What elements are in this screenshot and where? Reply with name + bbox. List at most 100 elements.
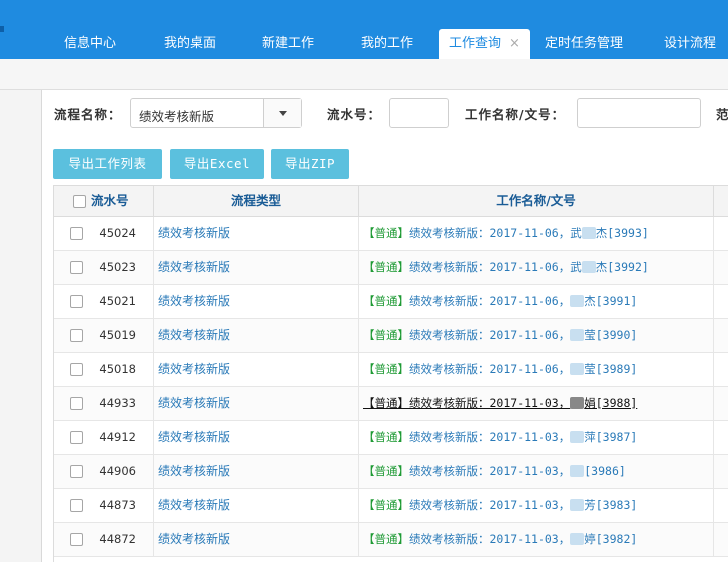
- work-name-prefix[interactable]: 绩效考核新版：2017-11-03，: [409, 464, 570, 478]
- row-checkbox[interactable]: [70, 431, 83, 444]
- work-name-prefix[interactable]: 绩效考核新版：2017-11-03，: [409, 396, 570, 410]
- tab-work-query[interactable]: 工作查询 ×: [439, 29, 530, 59]
- table-row[interactable]: 44912 绩效考核新版 【普通】绩效考核新版：2017-11-03， 萍[3987]: [54, 421, 728, 455]
- cell-name[interactable]: 【普通】绩效考核新版：2017-11-03， 芳[3983]: [359, 489, 714, 523]
- work-name-suffix[interactable]: 萍[3987]: [584, 430, 637, 444]
- tab-new-work[interactable]: 新建工作: [246, 29, 330, 59]
- flow-type-link[interactable]: 绩效考核新版: [158, 430, 230, 444]
- work-name-suffix[interactable]: 杰[3992]: [596, 260, 649, 274]
- cell-name[interactable]: 【普通】绩效考核新版：2017-11-03， 萍[3987]: [359, 421, 714, 455]
- cell-name[interactable]: 【普通】绩效考核新版：2017-11-03， 婷[3982]: [359, 523, 714, 557]
- cell-name[interactable]: 【普通】绩效考核新版：2017-11-06， 莹[3989]: [359, 353, 714, 387]
- work-name-prefix[interactable]: 绩效考核新版：2017-11-06，武: [409, 226, 582, 240]
- row-checkbox[interactable]: [70, 499, 83, 512]
- cell-type: 绩效考核新版: [154, 217, 359, 251]
- table-row[interactable]: 44933 绩效考核新版 【普通】绩效考核新版：2017-11-03， 娟[3988]: [54, 387, 728, 421]
- tab-my-work[interactable]: 我的工作: [342, 29, 432, 59]
- flow-type-link[interactable]: 绩效考核新版: [158, 464, 230, 478]
- redacted-name-block: [581, 261, 596, 273]
- table-row[interactable]: 45021 绩效考核新版 【普通】绩效考核新版：2017-11-06， 杰[3991]: [54, 285, 728, 319]
- work-name-suffix[interactable]: 莹[3990]: [584, 328, 637, 342]
- flow-type-link[interactable]: 绩效考核新版: [158, 328, 230, 342]
- work-name-prefix[interactable]: 绩效考核新版：2017-11-06，: [409, 328, 570, 342]
- row-checkbox[interactable]: [70, 227, 83, 240]
- header-id[interactable]: 流水号: [54, 186, 154, 217]
- row-checkbox[interactable]: [70, 295, 83, 308]
- work-name-suffix[interactable]: 莹[3989]: [584, 362, 637, 376]
- work-name-input[interactable]: [577, 98, 701, 128]
- cell-name[interactable]: 【普通】绩效考核新版：2017-11-03， 娟[3988]: [359, 387, 714, 421]
- flow-type-link[interactable]: 绩效考核新版: [158, 294, 230, 308]
- header-type[interactable]: 流程类型: [154, 186, 359, 217]
- serial-number: 44873: [99, 498, 136, 512]
- work-name-suffix[interactable]: 芳[3983]: [584, 498, 637, 512]
- flow-type-link[interactable]: 绩效考核新版: [158, 362, 230, 376]
- cell-type: 绩效考核新版: [154, 353, 359, 387]
- row-checkbox[interactable]: [70, 261, 83, 274]
- work-name-prefix[interactable]: 绩效考核新版：2017-11-03，: [409, 532, 570, 546]
- flow-name-select[interactable]: 绩效考核新版: [130, 98, 302, 128]
- table-row[interactable]: 44873 绩效考核新版 【普通】绩效考核新版：2017-11-03， 芳[3983]: [54, 489, 728, 523]
- serial-label: 流水号：: [327, 107, 382, 122]
- redacted-name-block: [570, 533, 585, 545]
- tab-label: 定时任务管理: [544, 36, 623, 51]
- search-filters: 流程名称： 绩效考核新版 流水号： 工作名称/文号： 范: [43, 90, 728, 135]
- tab-info-center[interactable]: 信息中心: [46, 29, 134, 59]
- select-all-checkbox[interactable]: [73, 195, 86, 208]
- serial-input[interactable]: [389, 98, 449, 128]
- flow-type-link[interactable]: 绩效考核新版: [158, 260, 230, 274]
- tab-design-flow[interactable]: 设计流程: [652, 29, 728, 59]
- work-name-prefix[interactable]: 绩效考核新版：2017-11-06，: [409, 362, 570, 376]
- table-row[interactable]: 45018 绩效考核新版 【普通】绩效考核新版：2017-11-06， 莹[3989]: [54, 353, 728, 387]
- tab-label: 新建工作: [261, 36, 314, 51]
- flow-name-value: 绩效考核新版: [139, 109, 215, 124]
- cell-type: 绩效考核新版: [154, 455, 359, 489]
- work-name-prefix[interactable]: 绩效考核新版：2017-11-06，武: [409, 260, 582, 274]
- work-name-suffix[interactable]: [3986]: [584, 464, 626, 478]
- flow-type-link[interactable]: 绩效考核新版: [158, 532, 230, 546]
- priority-tag: 【普通】: [363, 226, 409, 240]
- priority-tag: 【普通】: [363, 532, 409, 546]
- cell-type: 绩效考核新版: [154, 285, 359, 319]
- flow-type-link[interactable]: 绩效考核新版: [158, 498, 230, 512]
- table-row[interactable]: 44906 绩效考核新版 【普通】绩效考核新版：2017-11-03， [3986]: [54, 455, 728, 489]
- cell-name[interactable]: 【普通】绩效考核新版：2017-11-06， 莹[3990]: [359, 319, 714, 353]
- flow-type-link[interactable]: 绩效考核新版: [158, 226, 230, 240]
- serial-number: 44933: [99, 396, 136, 410]
- cell-name[interactable]: 【普通】绩效考核新版：2017-11-06， 杰[3991]: [359, 285, 714, 319]
- row-checkbox[interactable]: [70, 329, 83, 342]
- cell-name[interactable]: 【普通】绩效考核新版：2017-11-06，武 杰[3992]: [359, 251, 714, 285]
- cell-id: 45021: [54, 285, 154, 319]
- row-checkbox[interactable]: [70, 465, 83, 478]
- flow-type-link[interactable]: 绩效考核新版: [158, 396, 230, 410]
- tab-scheduled-tasks[interactable]: 定时任务管理: [538, 29, 630, 59]
- work-name-suffix[interactable]: 杰[3991]: [584, 294, 637, 308]
- priority-tag: 【普通】: [363, 362, 409, 376]
- work-name-prefix[interactable]: 绩效考核新版：2017-11-03，: [409, 498, 570, 512]
- cell-name[interactable]: 【普通】绩效考核新版：2017-11-06，武 杰[3993]: [359, 217, 714, 251]
- priority-tag: 【普通】: [363, 328, 409, 342]
- export-zip-button[interactable]: 导出ZIP: [271, 149, 349, 179]
- cell-name[interactable]: 【普通】绩效考核新版：2017-11-03， [3986]: [359, 455, 714, 489]
- header-name[interactable]: 工作名称/文号: [359, 186, 714, 217]
- export-list-button[interactable]: 导出工作列表: [53, 149, 162, 179]
- table-row[interactable]: 45023 绩效考核新版 【普通】绩效考核新版：2017-11-06，武 杰[3992…: [54, 251, 728, 285]
- table-row[interactable]: 44872 绩效考核新版 【普通】绩效考核新版：2017-11-03， 婷[3982]: [54, 523, 728, 557]
- export-excel-button[interactable]: 导出Excel: [170, 149, 264, 179]
- row-checkbox[interactable]: [70, 533, 83, 546]
- close-icon[interactable]: ×: [509, 36, 520, 51]
- table-row[interactable]: 45019 绩效考核新版 【普通】绩效考核新版：2017-11-06， 莹[3990]: [54, 319, 728, 353]
- table-row[interactable]: 45024 绩效考核新版 【普通】绩效考核新版：2017-11-06，武 杰[3993…: [54, 217, 728, 251]
- work-name-suffix[interactable]: 娟[3988]: [584, 396, 637, 410]
- cell-type: 绩效考核新版: [154, 387, 359, 421]
- left-sidebar: [0, 90, 42, 562]
- header-id-label: 流水号: [91, 193, 129, 208]
- row-checkbox[interactable]: [70, 397, 83, 410]
- work-name-suffix[interactable]: 婷[3982]: [584, 532, 637, 546]
- tab-my-desktop[interactable]: 我的桌面: [146, 29, 234, 59]
- work-name-prefix[interactable]: 绩效考核新版：2017-11-06，: [409, 294, 570, 308]
- work-name-prefix[interactable]: 绩效考核新版：2017-11-03，: [409, 430, 570, 444]
- work-name-suffix[interactable]: 杰[3993]: [596, 226, 649, 240]
- row-checkbox[interactable]: [70, 363, 83, 376]
- dropdown-button[interactable]: [263, 99, 301, 127]
